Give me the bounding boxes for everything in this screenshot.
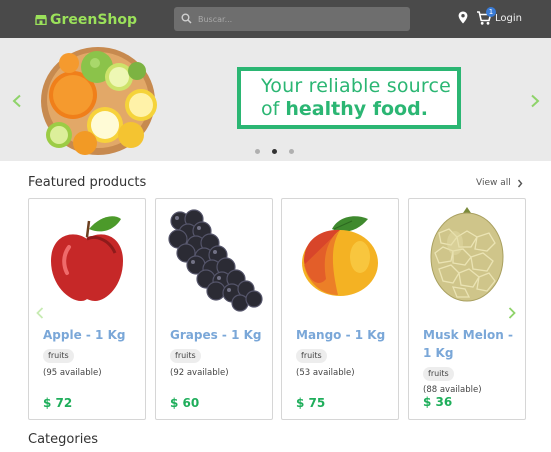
product-price: $ 75 (296, 396, 326, 410)
product-card-apple[interactable]: Apple - 1 Kg fruits (95 available) $ 72 (28, 198, 146, 420)
product-name[interactable]: Mango - 1 Kg (296, 326, 392, 344)
product-price: $ 72 (43, 396, 73, 410)
chevron-left-icon[interactable] (11, 94, 23, 108)
fruit-bowl-image (41, 47, 157, 155)
carousel-dot-2[interactable] (272, 149, 277, 154)
apple-image (51, 216, 123, 301)
view-all-link[interactable]: View all (476, 177, 523, 189)
chevron-right-icon[interactable] (507, 306, 517, 320)
location-icon[interactable] (458, 11, 468, 24)
categories-title: Categories (28, 432, 99, 447)
login-link[interactable]: Login (495, 13, 522, 25)
category-chip[interactable]: fruits (43, 349, 74, 363)
category-chip[interactable]: fruits (423, 367, 454, 381)
carousel-dot-1[interactable] (255, 149, 260, 154)
product-price: $ 36 (423, 395, 453, 409)
featured-products-title: Featured products (28, 175, 147, 190)
hero-slogan-highlight: healthy food. (285, 98, 428, 120)
availability-text: (53 available) (296, 368, 355, 378)
search-bar[interactable] (174, 7, 410, 31)
hero-slogan-box: Your reliable source of healthy food. (237, 67, 461, 129)
grapes-image (168, 209, 263, 312)
hero-slogan-line1: Your reliable source (261, 75, 452, 97)
chevron-right-icon[interactable] (529, 94, 541, 108)
category-chip[interactable]: fruits (296, 349, 327, 363)
availability-text: (92 available) (170, 368, 229, 378)
product-name[interactable]: Grapes - 1 Kg (170, 326, 266, 344)
product-name[interactable]: Musk Melon - 1 Kg (423, 326, 519, 362)
product-price: $ 60 (170, 396, 200, 410)
store-icon (35, 10, 47, 29)
hero-slogan-prefix: of (261, 98, 286, 120)
brand-logo[interactable]: GreenShop (35, 10, 137, 29)
hero-carousel: Your reliable source of healthy food. (0, 38, 551, 161)
carousel-indicators (255, 149, 306, 154)
hero-slogan-line2: of healthy food. (261, 97, 457, 121)
availability-text: (95 available) (43, 368, 102, 378)
view-all-label: View all (476, 178, 511, 188)
product-name[interactable]: Apple - 1 Kg (43, 326, 139, 344)
musk-melon-image (430, 207, 504, 302)
category-chip[interactable]: fruits (170, 349, 201, 363)
chevron-left-icon[interactable] (35, 306, 45, 320)
product-card-grapes[interactable]: Grapes - 1 Kg fruits (92 available) $ 60 (155, 198, 273, 420)
search-input[interactable] (198, 10, 398, 28)
mango-image (302, 216, 378, 296)
search-icon (181, 13, 192, 24)
chevron-right-icon (517, 179, 523, 187)
top-navbar: GreenShop 1 Login (0, 0, 551, 38)
carousel-dot-3[interactable] (289, 149, 294, 154)
brand-name: GreenShop (50, 11, 138, 28)
product-card-mango[interactable]: Mango - 1 Kg fruits (53 available) $ 75 (281, 198, 399, 420)
